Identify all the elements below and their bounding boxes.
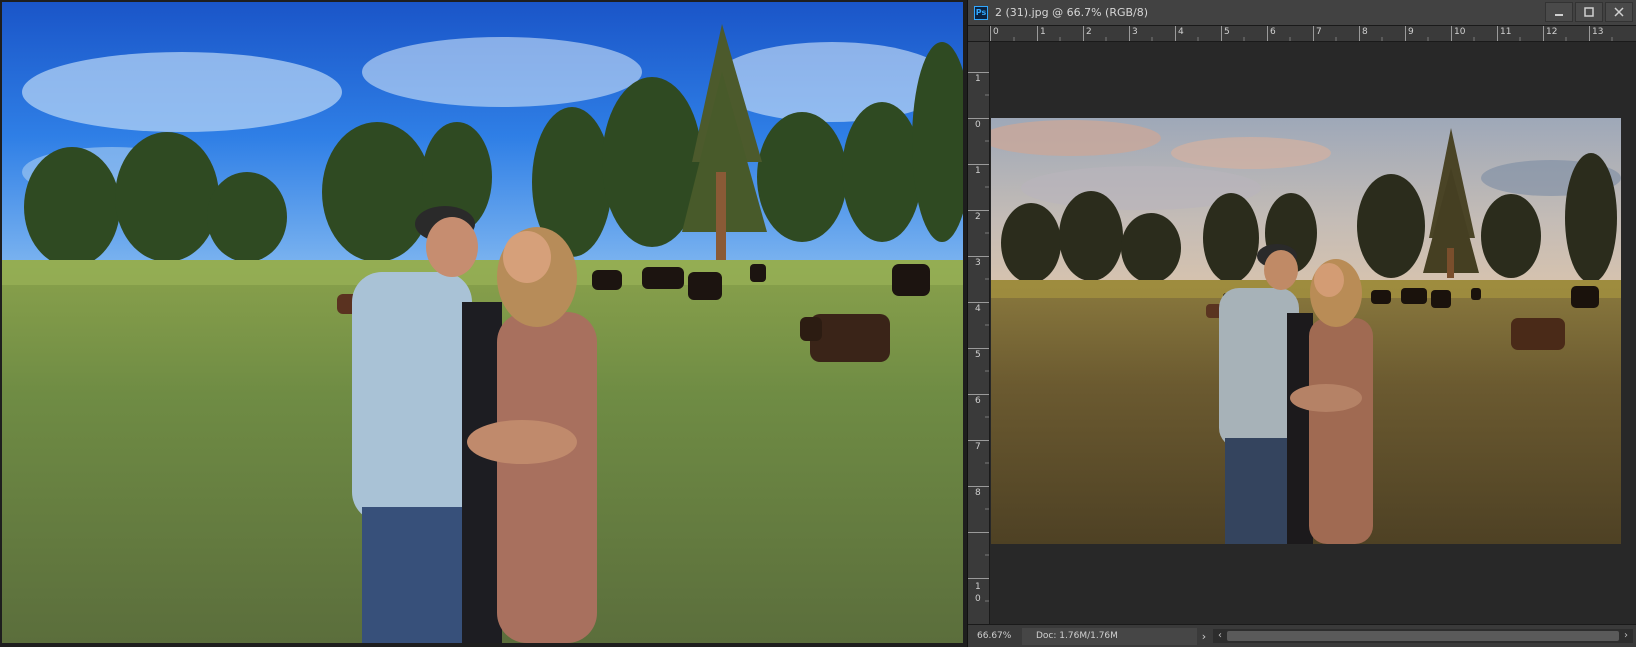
document-canvas-area[interactable] <box>990 42 1636 624</box>
document-size-info[interactable]: Doc: 1.76M/1.76M <box>1022 627 1197 645</box>
zoom-level-field[interactable]: 66.67% <box>972 627 1018 645</box>
ruler-h-label: 9 <box>1408 27 1414 37</box>
document-title: 2 (31).jpg @ 66.7% (RGB/8) <box>995 6 1149 19</box>
maximize-icon[interactable] <box>1575 2 1603 22</box>
close-icon[interactable] <box>1605 2 1633 22</box>
ruler-h-label: 11 <box>1500 27 1512 37</box>
vertical-ruler[interactable]: 1 0 1 2 3 4 5 6 7 8 1 0 <box>968 42 990 624</box>
ruler-v-label: 2 <box>975 212 981 222</box>
ruler-v-label: 5 <box>975 350 981 360</box>
original-photo-image <box>991 118 1621 544</box>
horizontal-ruler[interactable]: 0 1 2 3 4 5 6 7 8 9 10 11 12 13 <box>990 26 1636 42</box>
scroll-left-icon[interactable]: ‹ <box>1214 629 1226 643</box>
ruler-h-label: 5 <box>1224 27 1230 37</box>
photoshop-document-window: Ps 2 (31).jpg @ 66.7% (RGB/8) 0 1 2 3 4 … <box>967 0 1636 647</box>
edited-photo-image <box>2 2 963 643</box>
ruler-h-label: 6 <box>1270 27 1276 37</box>
window-controls <box>1543 2 1633 22</box>
ruler-h-label: 3 <box>1132 27 1138 37</box>
ruler-v-label: 1 <box>975 582 981 592</box>
horizontal-scroll-thumb[interactable] <box>1227 631 1619 641</box>
ruler-h-label: 2 <box>1086 27 1092 37</box>
ruler-h-label: 8 <box>1362 27 1368 37</box>
ruler-h-label: 7 <box>1316 27 1322 37</box>
ruler-v-label: 4 <box>975 304 981 314</box>
ruler-h-label: 1 <box>1040 27 1046 37</box>
ruler-v-label: 0 <box>975 594 981 604</box>
original-photo[interactable] <box>991 118 1621 544</box>
ruler-corner[interactable] <box>968 26 990 42</box>
ruler-h-label: 13 <box>1592 27 1604 37</box>
minimize-icon[interactable] <box>1545 2 1573 22</box>
ruler-v-label: 1 <box>975 166 981 176</box>
ruler-h-label: 10 <box>1454 27 1466 37</box>
ruler-v-label: 1 <box>975 74 981 84</box>
ruler-v-label: 0 <box>975 120 981 130</box>
ruler-h-label: 0 <box>993 27 999 37</box>
status-expand-arrow-icon[interactable]: › <box>1197 630 1211 643</box>
ruler-h-label: 12 <box>1546 27 1558 37</box>
photoshop-logo-icon: Ps <box>974 5 988 20</box>
ruler-v-label: 3 <box>975 258 981 268</box>
ruler-v-label: 8 <box>975 488 981 498</box>
ruler-v-label: 6 <box>975 396 981 406</box>
ruler-h-label: 4 <box>1178 27 1184 37</box>
horizontal-scrollbar[interactable]: ‹ › <box>1213 629 1633 643</box>
screen: Ps 2 (31).jpg @ 66.7% (RGB/8) 0 1 2 3 4 … <box>0 0 1636 647</box>
status-bar: 66.67% Doc: 1.76M/1.76M › ‹ › <box>968 624 1636 647</box>
edited-photo-preview <box>2 2 963 643</box>
scroll-right-icon[interactable]: › <box>1620 629 1632 643</box>
ruler-v-label: 7 <box>975 442 981 452</box>
document-title-bar[interactable]: Ps 2 (31).jpg @ 66.7% (RGB/8) <box>968 0 1636 26</box>
